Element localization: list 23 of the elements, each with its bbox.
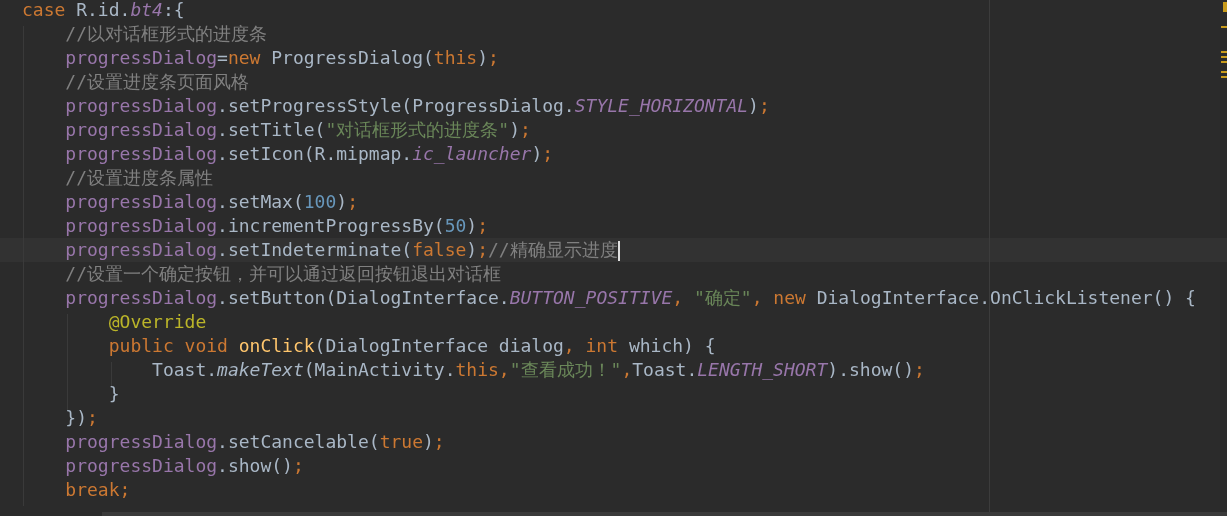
code-line: progressDialog.setTitle("对话框形式的进度条"); (65, 119, 531, 140)
code-line: @Override (108, 311, 207, 332)
code-line: progressDialog.show(); (65, 455, 304, 476)
code-line: //以对话框形式的进度条 (65, 23, 268, 44)
code-editor[interactable] (0, 0, 1227, 516)
code-line: progressDialog.setProgressStyle(ProgressDialog.STYLE_HORIZONTAL); (65, 95, 770, 116)
text-cursor (617, 241, 620, 261)
code-line: Toast.makeText(MainActivity.this,"查看成功！",Toast.LENGTH_SHORT).show(); (152, 359, 925, 380)
code-line: progressDialog.setCancelable(true); (65, 431, 445, 452)
code-line: break; (65, 479, 131, 500)
code-line: //设置一个确定按钮，并可以通过返回按钮退出对话框 (65, 263, 502, 284)
code-line: case R.id.bt4:{ (22, 0, 185, 20)
code-line: progressDialog.setIcon(R.mipmap.ic_launcher); (65, 143, 554, 164)
code-line: progressDialog.setMax(100); (65, 191, 358, 212)
code-line: progressDialog=new ProgressDialog(this); (65, 47, 499, 68)
code-line: public void onClick(DialogInterface dialog, int which) { (108, 335, 716, 356)
code-line: progressDialog.incrementProgressBy(50); (65, 215, 489, 236)
code-line: //设置进度条属性 (65, 167, 214, 188)
code-line: }); (65, 407, 98, 428)
code-line: progressDialog.setIndeterminate(false);//精确显示进度 (65, 239, 618, 260)
code-line: progressDialog.setButton(DialogInterface.BUTTON_POSITIVE, "确定", new DialogInterface.OnClickListener() { (65, 287, 1196, 308)
code-line: //设置进度条页面风格 (65, 71, 250, 92)
code-line: } (108, 383, 120, 404)
